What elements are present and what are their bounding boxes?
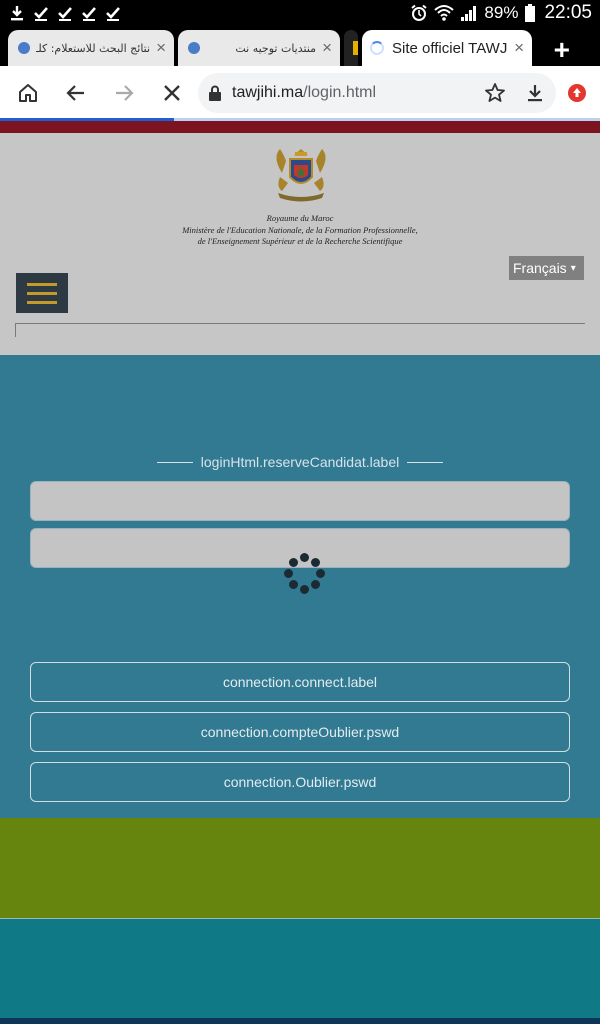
back-button[interactable] xyxy=(52,66,100,120)
menu-bar xyxy=(27,300,57,304)
battery-icon xyxy=(525,4,536,22)
tab-search-results[interactable]: نتائج البحث للاستعلام: كلـ × xyxy=(8,30,174,66)
tab-strip: نتائج البحث للاستعلام: كلـ × منتديات توج… xyxy=(0,26,600,66)
connect-button[interactable]: connection.connect.label xyxy=(30,662,570,702)
menu-bar xyxy=(27,282,57,286)
top-red-bar xyxy=(0,121,600,133)
spinner-dot xyxy=(284,569,293,578)
url-text: tawjihi.ma/login.html xyxy=(232,84,484,102)
tab-title: Site officiel TAWJIHI xyxy=(392,39,508,57)
stop-loading-button[interactable] xyxy=(148,66,196,120)
teal-band xyxy=(0,918,600,1018)
close-tab-icon[interactable]: × xyxy=(156,38,166,58)
star-icon[interactable] xyxy=(484,82,506,104)
home-icon xyxy=(19,84,37,102)
loading-spinner-icon xyxy=(370,41,384,55)
back-arrow-icon xyxy=(66,85,84,101)
alarm-icon xyxy=(411,4,428,21)
tab-collapsed[interactable] xyxy=(344,30,358,66)
forgot-password-button[interactable]: connection.Oublier.pswd xyxy=(30,762,570,802)
check-icon xyxy=(82,7,96,21)
menu-bar xyxy=(27,291,57,295)
browser-toolbar: tawjihi.ma/login.html xyxy=(0,66,600,120)
loading-spinner-icon xyxy=(284,553,326,595)
status-bar: 89% 22:05 xyxy=(0,0,600,26)
site-header: Royaume du Maroc Ministère de l'Educatio… xyxy=(0,133,600,355)
tab-title: نتائج البحث للاستعلام: كلـ xyxy=(36,41,151,55)
check-icon xyxy=(106,7,120,21)
login-section: loginHtml.reserveCandidat.label connecti… xyxy=(0,355,600,818)
spinner-dot xyxy=(311,580,320,589)
forward-button[interactable] xyxy=(100,66,148,120)
update-indicator[interactable] xyxy=(568,84,586,107)
hamburger-menu-button[interactable] xyxy=(16,273,68,313)
wifi-icon xyxy=(434,5,455,21)
spinner-dot xyxy=(316,569,325,578)
signal-icon xyxy=(461,6,477,21)
divider-tick xyxy=(15,323,16,337)
login-section-label: loginHtml.reserveCandidat.label xyxy=(200,454,400,470)
footer-strip xyxy=(0,1018,600,1024)
download-icon[interactable] xyxy=(524,82,546,104)
url-domain: tawjihi.ma xyxy=(232,84,304,101)
download-icon xyxy=(11,6,23,21)
language-value: Français xyxy=(513,260,567,276)
org-line-ministry: Ministère de l'Education Nationale, de l… xyxy=(182,225,418,235)
heading-dash xyxy=(407,461,444,463)
address-bar[interactable]: tawjihi.ma/login.html xyxy=(198,73,556,113)
org-line-kingdom: Royaume du Maroc xyxy=(266,213,334,223)
divider xyxy=(15,323,585,324)
tab-tawjihi-active[interactable]: Site officiel TAWJIHI × xyxy=(362,30,532,66)
url-path: /login.html xyxy=(303,84,377,101)
new-tab-button[interactable]: + xyxy=(554,34,570,66)
login-section-heading: loginHtml.reserveCandidat.label xyxy=(0,454,600,470)
forward-arrow-icon xyxy=(116,85,134,101)
morocco-coat-of-arms-logo xyxy=(266,143,336,210)
lock-icon xyxy=(209,85,221,101)
spinner-dot xyxy=(289,580,298,589)
home-button[interactable] xyxy=(4,66,52,120)
clock: 22:05 xyxy=(544,2,592,23)
username-input[interactable] xyxy=(30,481,570,521)
update-arrow-icon xyxy=(568,84,586,102)
globe-icon xyxy=(188,42,200,54)
heading-dash xyxy=(156,461,193,463)
globe-icon xyxy=(18,42,30,54)
site-favicon-icon xyxy=(353,41,358,55)
spinner-dot xyxy=(289,558,298,567)
tab-forum[interactable]: منتديات توجيه نت × xyxy=(178,30,340,66)
spinner-dot xyxy=(311,558,320,567)
web-page: Royaume du Maroc Ministère de l'Educatio… xyxy=(0,121,600,1024)
language-select[interactable]: Français ▾ xyxy=(509,256,584,280)
close-icon xyxy=(164,85,180,101)
close-tab-icon[interactable]: × xyxy=(322,38,332,58)
check-icon xyxy=(58,7,72,21)
battery-percent: 89% xyxy=(484,3,519,22)
chevron-down-icon: ▾ xyxy=(570,262,576,274)
org-line-ministry-cont: de l'Enseignement Supérieur et de la Rec… xyxy=(197,236,403,246)
forgot-account-button[interactable]: connection.compteOublier.pswd xyxy=(30,712,570,752)
spinner-dot xyxy=(300,585,309,594)
close-tab-icon[interactable]: × xyxy=(514,38,524,58)
tab-title: منتديات توجيه نت xyxy=(235,41,317,55)
check-icon xyxy=(34,7,48,21)
notification-icons xyxy=(8,4,122,22)
green-band xyxy=(0,818,600,918)
spinner-dot xyxy=(300,553,309,562)
